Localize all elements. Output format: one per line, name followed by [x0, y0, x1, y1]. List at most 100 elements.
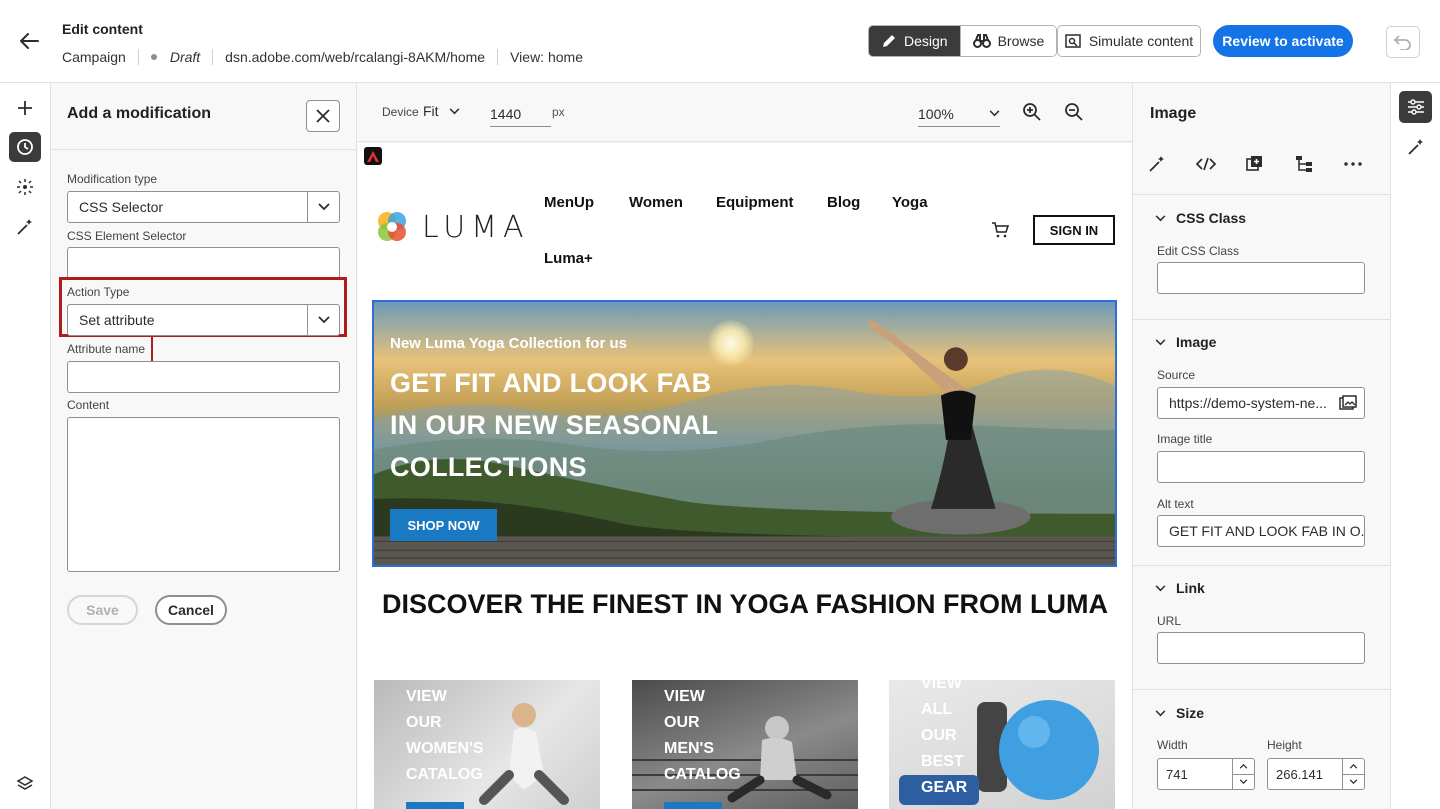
back-arrow-icon[interactable]	[17, 29, 41, 53]
save-button[interactable]: Save	[67, 595, 138, 625]
luma-logo[interactable]: LUMA	[374, 209, 530, 245]
canvas-toolbar: Device Fit 1440 px 100%	[358, 83, 1132, 142]
css-class-input[interactable]	[1157, 262, 1365, 294]
tile-line: MEN'S	[664, 740, 715, 757]
zoom-out-icon[interactable]	[1064, 102, 1084, 125]
properties-sliders-icon[interactable]	[1399, 91, 1432, 123]
review-to-activate-button[interactable]: Review to activate	[1213, 25, 1353, 57]
image-title-input[interactable]	[1157, 451, 1365, 483]
chevron-down-icon[interactable]	[307, 192, 339, 222]
modification-type-select[interactable]: CSS Selector	[67, 191, 340, 223]
annotation-arrow	[151, 337, 153, 363]
width-unit: px	[552, 105, 565, 119]
magic-wand-icon[interactable]	[1399, 131, 1432, 163]
zoom-select[interactable]: 100%	[918, 101, 1000, 127]
code-icon[interactable]	[1192, 150, 1220, 178]
tile-line: GEAR	[921, 779, 968, 796]
sign-in-button[interactable]: SIGN IN	[1033, 215, 1115, 245]
magic-wand-icon[interactable]	[9, 212, 41, 242]
zoom-in-icon[interactable]	[1022, 102, 1042, 125]
height-stepper[interactable]: 266.141	[1267, 758, 1365, 790]
gear-tile[interactable]: VIEW ALL OUR BEST GEAR	[889, 680, 1115, 809]
undo-icon[interactable]	[1386, 26, 1420, 58]
alt-text-label: Alt text	[1157, 497, 1194, 511]
view-label: View: home	[510, 49, 583, 65]
discover-heading: DISCOVER THE FINEST IN YOGA FASHION FROM…	[381, 589, 1109, 619]
simulate-content-button[interactable]: Simulate content	[1057, 25, 1201, 57]
height-value[interactable]: 266.141	[1268, 759, 1342, 789]
layers-icon[interactable]	[9, 769, 41, 799]
browse-label: Browse	[997, 33, 1045, 49]
hero-subtitle: New Luma Yoga Collection for us	[390, 335, 627, 352]
close-icon[interactable]	[306, 100, 340, 132]
size-section-toggle[interactable]: Size	[1155, 705, 1204, 721]
design-button[interactable]: Design	[869, 26, 960, 56]
chevron-down-icon[interactable]	[1343, 775, 1364, 790]
hero-banner[interactable]: New Luma Yoga Collection for us GET FIT …	[372, 300, 1117, 567]
mode-switcher: Design Browse	[868, 25, 1058, 57]
width-stepper[interactable]: 741	[1157, 758, 1255, 790]
cart-icon[interactable]	[991, 222, 1010, 241]
hero-heading-line-1: GET FIT AND LOOK FAB	[390, 368, 712, 398]
page-title: Edit content	[62, 21, 143, 37]
shop-now-button[interactable]: SHOP NOW	[390, 509, 497, 541]
magic-wand-icon[interactable]	[1143, 150, 1171, 178]
site-preview: LUMA MenUp Women Equipment Blog Yoga Lum…	[358, 143, 1132, 809]
mens-catalog-tile[interactable]: VIEW OUR MEN'S CATALOG	[632, 680, 858, 809]
chevron-up-icon[interactable]	[1343, 759, 1364, 775]
click-select-icon[interactable]	[9, 172, 41, 202]
tree-structure-icon[interactable]	[1290, 150, 1318, 178]
cancel-button[interactable]: Cancel	[155, 595, 227, 625]
tile-line: OUR	[406, 714, 442, 731]
more-icon[interactable]	[1339, 150, 1367, 178]
duplicate-icon[interactable]	[1241, 150, 1269, 178]
womens-catalog-tile[interactable]: VIEW OUR WOMEN'S CATALOG	[374, 680, 600, 809]
chevron-down-icon[interactable]	[1233, 775, 1254, 790]
attribute-name-input[interactable]	[67, 361, 340, 393]
link-section-toggle[interactable]: Link	[1155, 580, 1205, 596]
nav-item-luma-plus[interactable]: Luma+	[544, 250, 593, 267]
nav-item-yoga[interactable]: Yoga	[892, 194, 928, 211]
source-input[interactable]: https://demo-system-ne...	[1157, 387, 1333, 419]
tile-line: CATALOG	[406, 766, 483, 783]
image-section-toggle[interactable]: Image	[1155, 334, 1216, 350]
nav-item-menup[interactable]: MenUp	[544, 194, 594, 211]
chevron-down-icon[interactable]	[307, 305, 339, 335]
url-input[interactable]	[1157, 632, 1365, 664]
device-select[interactable]: Fit	[423, 103, 460, 119]
binoculars-icon	[972, 34, 991, 48]
edit-css-class-label: Edit CSS Class	[1157, 244, 1240, 258]
nav-item-equipment[interactable]: Equipment	[716, 194, 794, 211]
width-label: Width	[1157, 738, 1188, 752]
image-section-title: Image	[1176, 334, 1217, 350]
action-type-select[interactable]: Set attribute	[67, 304, 340, 336]
tile-line: VIEW	[921, 680, 962, 692]
chevron-down-icon	[449, 107, 459, 114]
browse-button[interactable]: Browse	[959, 26, 1057, 56]
modification-panel: Add a modification Modification type CSS…	[51, 83, 357, 809]
tile-button[interactable]	[664, 802, 722, 809]
stepper-buttons	[1342, 759, 1364, 789]
simulate-label: Simulate content	[1088, 33, 1194, 49]
properties-title: Image	[1150, 105, 1197, 122]
add-icon[interactable]	[9, 93, 41, 123]
content-textarea[interactable]	[67, 417, 340, 572]
chevron-down-icon	[1155, 214, 1166, 221]
chevron-up-icon[interactable]	[1233, 759, 1254, 775]
image-browse-icon[interactable]	[1332, 387, 1365, 419]
history-icon[interactable]	[9, 132, 41, 162]
url-label: URL	[1157, 614, 1182, 628]
css-selector-input[interactable]	[67, 247, 340, 279]
modification-type-label: Modification type	[67, 172, 158, 186]
nav-item-blog[interactable]: Blog	[827, 194, 860, 211]
design-label: Design	[904, 33, 948, 49]
css-class-section-toggle[interactable]: CSS Class	[1155, 210, 1246, 226]
separator	[212, 49, 214, 65]
nav-item-women[interactable]: Women	[629, 194, 683, 211]
status-badge: Draft	[169, 49, 201, 65]
stepper-buttons	[1232, 759, 1254, 789]
alt-text-input[interactable]: GET FIT AND LOOK FAB IN O...	[1157, 515, 1365, 547]
tile-button[interactable]	[406, 802, 464, 809]
width-value[interactable]: 741	[1158, 759, 1232, 789]
width-input[interactable]: 1440	[490, 101, 551, 127]
